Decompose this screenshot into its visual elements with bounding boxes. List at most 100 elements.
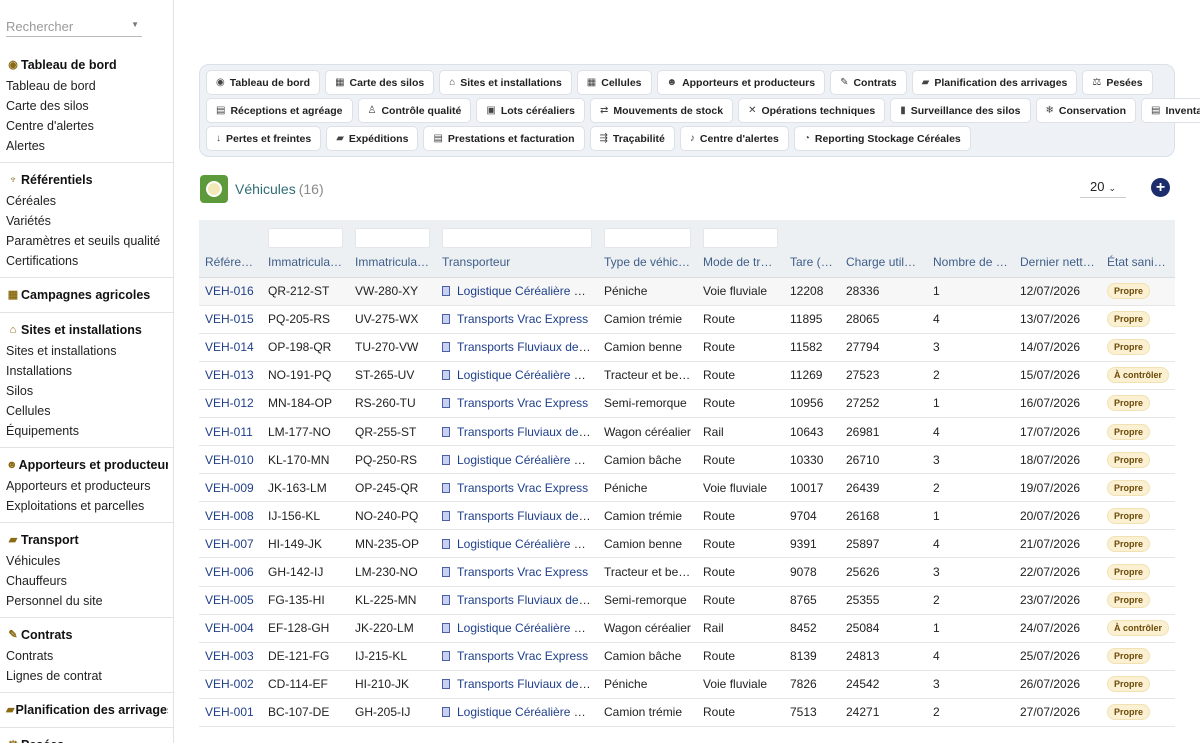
sidebar-item[interactable]: Personnel du site: [0, 591, 168, 611]
chevron-down-icon[interactable]: ▼: [131, 20, 139, 29]
sidebar-item[interactable]: Silos: [0, 381, 168, 401]
column-header[interactable]: Transporteur: [436, 248, 598, 278]
vehicle-reference-link[interactable]: VEH-013: [205, 368, 254, 382]
sidebar-item[interactable]: Cellules: [0, 401, 168, 421]
sidebar-item[interactable]: Céréales: [0, 191, 168, 211]
sidebar-section-title[interactable]: ⚖Pesées: [0, 734, 168, 743]
carrier-link[interactable]: Transports Vrac Express: [457, 396, 588, 410]
table-row[interactable]: VEH-007 HI-149-JK MN-235-OP Logistique Céré…: [199, 529, 1175, 559]
sidebar-item[interactable]: Lignes de contrat: [0, 666, 168, 686]
column-header[interactable]: Dernier nettoyage: [1014, 248, 1101, 278]
nav-button[interactable]: ♪ Centre d'alertes: [679, 126, 789, 151]
sidebar-item[interactable]: Certifications: [0, 251, 168, 271]
sidebar-item[interactable]: Contrats: [0, 646, 168, 666]
sidebar-item[interactable]: Véhicules: [0, 551, 168, 571]
table-row[interactable]: VEH-006 GH-142-IJ LM-230-NO Transports Vrac…: [199, 557, 1175, 587]
nav-button[interactable]: ✎ Contrats: [830, 70, 907, 95]
nav-button[interactable]: ▤ Réceptions et agréage: [206, 98, 353, 123]
carrier-link[interactable]: Transports Fluviaux de Seine: [457, 340, 598, 354]
carrier-link[interactable]: Logistique Céréalière du Centre: [457, 705, 598, 719]
column-filter-input[interactable]: [703, 228, 778, 248]
nav-button[interactable]: ⚖ Pesées: [1082, 70, 1153, 95]
sidebar-section-title[interactable]: ▦ Campagnes agricoles: [0, 284, 168, 306]
column-filter-input[interactable]: [442, 228, 592, 248]
nav-button[interactable]: ▤ Prestations et facturation: [423, 126, 585, 151]
table-row[interactable]: VEH-002 CD-114-EF HI-210-JK Transports Fluv…: [199, 670, 1175, 699]
nav-button[interactable]: ▰ Planification des arrivages: [911, 70, 1078, 95]
nav-button[interactable]: ⇄ Mouvements de stock: [589, 98, 734, 123]
table-row[interactable]: VEH-015 PQ-205-RS UV-275-WX Transports Vrac…: [199, 305, 1175, 334]
table-row[interactable]: VEH-016 QR-212-ST VW-280-XY Logistique Céré…: [199, 277, 1175, 306]
nav-button[interactable]: ▰ Expéditions: [326, 126, 419, 151]
add-vehicle-button[interactable]: +: [1151, 178, 1170, 197]
sidebar-item[interactable]: Équipements: [0, 421, 168, 441]
nav-button[interactable]: ☻ Apporteurs et producteurs: [656, 70, 826, 95]
carrier-link[interactable]: Logistique Céréalière du Centre: [457, 368, 598, 382]
carrier-link[interactable]: Transports Fluviaux de Seine: [457, 425, 598, 439]
table-row[interactable]: VEH-001 BC-107-DE GH-205-IJ Logistique Céré…: [199, 698, 1175, 728]
carrier-link[interactable]: Transports Fluviaux de Seine: [457, 593, 598, 607]
sidebar-item[interactable]: Apporteurs et producteurs: [0, 476, 168, 496]
carrier-link[interactable]: Logistique Céréalière du Centre: [457, 453, 598, 467]
nav-button[interactable]: ↓ Pertes et freintes: [206, 126, 322, 151]
carrier-link[interactable]: Transports Vrac Express: [457, 481, 588, 495]
table-row[interactable]: VEH-012 MN-184-OP RS-260-TU Transports Vrac…: [199, 389, 1175, 418]
nav-button[interactable]: ▤ Inventaires: [1141, 98, 1200, 123]
nav-button[interactable]: ◔ Reporting Stockage Céréales: [793, 126, 971, 151]
sidebar-item[interactable]: Centre d'alertes: [0, 116, 168, 136]
carrier-link[interactable]: Logistique Céréalière du Centre: [457, 621, 598, 635]
vehicle-reference-link[interactable]: VEH-016: [205, 284, 254, 298]
sidebar-section-title[interactable]: ⌂ Sites et installations: [0, 319, 168, 341]
carrier-link[interactable]: Transports Vrac Express: [457, 649, 588, 663]
column-header[interactable]: État sanitaire: [1101, 248, 1175, 278]
vehicle-reference-link[interactable]: VEH-008: [205, 509, 254, 523]
table-row[interactable]: VEH-011 LM-177-NO QR-255-ST Transports Fluv…: [199, 417, 1175, 447]
sidebar-item[interactable]: Alertes: [0, 136, 168, 156]
nav-button[interactable]: ▦ Cellules: [576, 70, 652, 95]
sidebar-item[interactable]: Carte des silos: [0, 96, 168, 116]
nav-button[interactable]: ♙ Contrôle qualité: [357, 98, 472, 123]
column-filter-input[interactable]: [268, 228, 343, 248]
sidebar-section-title[interactable]: ✎ Contrats: [0, 624, 168, 646]
nav-button[interactable]: ▦ Carte des silos: [325, 70, 435, 95]
vehicle-reference-link[interactable]: VEH-011: [205, 425, 253, 439]
sidebar-section-title[interactable]: ♆ Référentiels: [0, 169, 168, 191]
vehicle-reference-link[interactable]: VEH-003: [205, 649, 254, 663]
sidebar-item[interactable]: Variétés: [0, 211, 168, 231]
nav-button[interactable]: ✕ Opérations techniques: [738, 98, 886, 123]
nav-button[interactable]: ▮ Surveillance des silos: [890, 98, 1031, 123]
sidebar-section-title[interactable]: ▰ Planification des arrivages: [0, 699, 168, 721]
table-row[interactable]: VEH-008 IJ-156-KL NO-240-PQ Transports Fluv…: [199, 501, 1175, 531]
vehicle-reference-link[interactable]: VEH-006: [205, 565, 254, 579]
vehicle-reference-link[interactable]: VEH-012: [205, 396, 254, 410]
carrier-link[interactable]: Transports Vrac Express: [457, 312, 588, 326]
vehicle-reference-link[interactable]: VEH-005: [205, 593, 254, 607]
column-header[interactable]: Type de véhicule: [598, 248, 697, 278]
column-header[interactable]: Charge utile (kg): [840, 248, 927, 278]
column-filter-input[interactable]: [604, 228, 691, 248]
vehicle-reference-link[interactable]: VEH-009: [205, 481, 254, 495]
column-header[interactable]: Référence: [199, 248, 262, 278]
sidebar-item[interactable]: Paramètres et seuils qualité: [0, 231, 168, 251]
nav-button[interactable]: ❄ Conservation: [1035, 98, 1136, 123]
column-header[interactable]: Tare (kg): [784, 248, 840, 278]
table-row[interactable]: VEH-013 NO-191-PQ ST-265-UV Logistique Céré…: [199, 361, 1175, 390]
vehicle-reference-link[interactable]: VEH-004: [205, 621, 254, 635]
sidebar-section-title[interactable]: ☻ Apporteurs et producteurs: [0, 454, 168, 476]
search-input[interactable]: [6, 17, 126, 35]
carrier-link[interactable]: Transports Fluviaux de Seine: [457, 677, 598, 691]
column-header[interactable]: Immatriculation: [262, 248, 349, 278]
sidebar-item[interactable]: Tableau de bord: [0, 76, 168, 96]
nav-button[interactable]: ▣ Lots céréaliers: [476, 98, 585, 123]
sidebar-item[interactable]: Chauffeurs: [0, 571, 168, 591]
table-row[interactable]: VEH-004 EF-128-GH JK-220-LM Logistique Céré…: [199, 614, 1175, 643]
column-header[interactable]: Mode de transport: [697, 248, 784, 278]
sidebar-item[interactable]: Sites et installations: [0, 341, 168, 361]
sidebar-section-title[interactable]: ▰ Transport: [0, 529, 168, 551]
vehicle-reference-link[interactable]: VEH-010: [205, 453, 254, 467]
column-header[interactable]: Immatriculation remorque: [349, 248, 436, 278]
nav-button[interactable]: ⌂ Sites et installations: [439, 70, 572, 95]
column-filter-input[interactable]: [355, 228, 430, 248]
vehicle-reference-link[interactable]: VEH-014: [205, 340, 254, 354]
table-row[interactable]: VEH-010 KL-170-MN PQ-250-RS Logistique Céré…: [199, 445, 1175, 475]
